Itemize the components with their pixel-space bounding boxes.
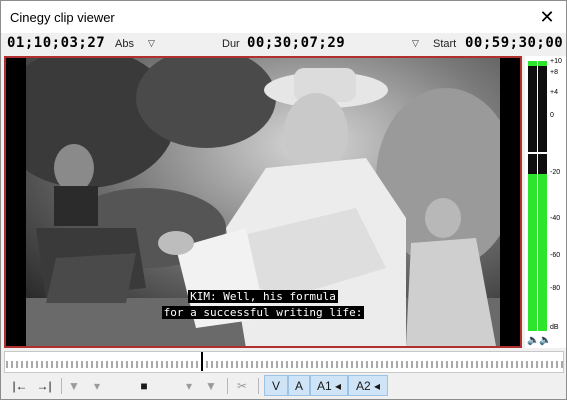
start-label: Start [433,38,457,50]
meter-scale-label: -40 [550,215,561,222]
goto-end-button[interactable]: →| [33,376,55,396]
meter-scale-label: -20 [550,169,561,176]
timecode-bar: 01;10;03;27 Abs ▽ Dur 00;30;07;29 ▽ Star… [1,33,566,55]
video-track-label: V [271,379,280,393]
meter-scale-label: +8 [550,69,558,76]
meter-right-level [538,174,547,331]
video-track-toggle[interactable]: V [264,375,288,396]
clip-viewer-window: Cinegy clip viewer ✕ 01;10;03;27 Abs ▽ D… [0,0,567,400]
timeline-scrubber[interactable] [4,351,564,373]
meter-scale-label: +10 [550,58,562,65]
video-frame[interactable]: KIM: Well, his formula for a successful … [4,56,522,348]
cut-icon[interactable]: ✂ [232,376,252,396]
audio-track-label: A [294,379,303,393]
timeline-ruler [6,352,563,371]
meter-scale-label: 0 [550,112,554,119]
speaker-right-icon[interactable]: 🔈 [539,335,551,346]
a1-track-toggle[interactable]: A1 ◂ [310,375,348,396]
abs-label: Abs [115,38,134,50]
audio-track-toggle[interactable]: A [288,375,310,396]
meter-right-peak [538,61,547,66]
mark-out-button[interactable]: ▼ [202,376,220,396]
meter-right-hold [538,152,547,154]
start-dropdown-icon[interactable]: ▽ [412,38,419,49]
dur-label: Dur [222,38,240,50]
meter-scale-label: -60 [550,252,561,259]
video-image: KIM: Well, his formula for a successful … [26,58,500,346]
window-title: Cinegy clip viewer [10,10,115,25]
abs-dropdown-icon[interactable]: ▽ [148,38,155,49]
audio-level-meter: +10 +8 +4 0 -20 -40 -60 -80 dB 🔈 🔈 [525,56,566,348]
meter-left-peak [528,61,537,66]
mark-out-small-button[interactable]: ▾ [181,376,197,396]
meter-scale-label: +4 [550,89,558,96]
meter-scale-label: -80 [550,285,561,292]
close-icon[interactable]: ✕ [532,3,562,31]
subtitle-line-2: for a successful writing life: [161,306,365,319]
title-bar: Cinegy clip viewer ✕ [1,1,566,33]
mark-in-small-button[interactable]: ▾ [89,376,105,396]
start-timecode: 00;59;30;00 [465,35,564,51]
stop-button[interactable]: ■ [135,376,153,396]
toolbar-separator [61,378,62,394]
a1-track-label: A1 ◂ [316,379,342,393]
toolbar-separator [258,378,259,394]
goto-start-button[interactable]: |← [9,376,31,396]
mark-in-button[interactable]: ▼ [65,376,83,396]
abs-timecode: 01;10;03;27 [7,35,106,51]
toolbar-separator [227,378,228,394]
subtitle-line-1: KIM: Well, his formula [188,290,338,303]
meter-left-level [528,174,537,331]
a2-track-label: A2 ◂ [355,379,381,393]
playhead[interactable] [201,352,203,371]
meter-left-channel [528,61,537,331]
dur-timecode: 00;30;07;29 [247,35,346,51]
meter-left-hold [528,152,537,154]
speaker-left-icon[interactable]: 🔈 [527,335,539,346]
a2-track-toggle[interactable]: A2 ◂ [348,375,388,396]
meter-scale-label: dB [550,324,559,331]
transport-toolbar: |← →| ▼ ▾ ■ ▾ ▼ ✂ V A A1 ◂ A2 ◂ [1,374,566,398]
meter-right-channel [538,61,547,331]
